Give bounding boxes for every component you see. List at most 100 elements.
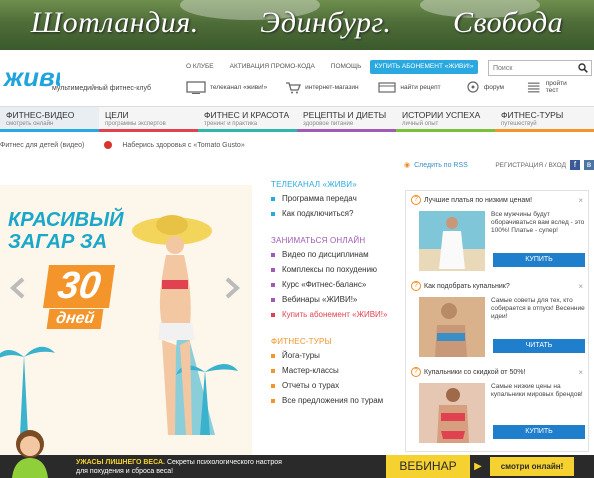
search-input[interactable]: [489, 61, 577, 75]
close-icon[interactable]: ×: [578, 368, 583, 377]
webinar-highlight: УЖАСЫ ЛИШНЕГО ВЕСА.: [76, 459, 165, 466]
ad-image[interactable]: [419, 211, 485, 271]
play-icon: ▶: [470, 455, 486, 478]
recipe-link[interactable]: найти рецепт: [378, 80, 451, 94]
top-nav: О клубе Активация промо-кода Помощь: [186, 63, 361, 70]
tv-icon: [186, 80, 206, 94]
forum-label: форум: [483, 83, 505, 91]
promo-title: Красивый загар за: [8, 209, 188, 253]
tab-recipes[interactable]: Рецепты и диеты здоровое питание: [297, 107, 396, 132]
online-links: Видео по дисциплинам Комплексы по похуде…: [271, 250, 396, 319]
ad-title[interactable]: Лучшие платья по низким ценам!: [424, 197, 532, 204]
test-link[interactable]: пройти тест: [526, 80, 580, 94]
forum-link[interactable]: форум: [466, 80, 512, 94]
list-item[interactable]: Как подключиться?: [271, 209, 396, 218]
list-item[interactable]: Видео по дисциплинам: [271, 250, 396, 259]
list-item-label: Все предложения по турам: [282, 396, 384, 405]
tab-subtitle: тренинг и практика: [204, 121, 258, 127]
ad-card[interactable]: ? Лучшие платья по низким ценам! × Все м…: [411, 195, 585, 273]
tab-title: Фитнес-туры: [501, 110, 564, 120]
middle-column: Телеканал «Живи» Программа передач Как п…: [271, 180, 396, 415]
list-item-label: Мастер-классы: [282, 366, 339, 375]
ad-header: ? Купальники со скидкой от 50%! ×: [411, 367, 583, 377]
list-item-label: Вебинары «ЖИВИ!»: [282, 295, 358, 304]
close-icon[interactable]: ×: [578, 282, 583, 291]
ad-header: ? Как подобрать купальник? ×: [411, 281, 583, 291]
rss-link[interactable]: Следить по RSS: [414, 162, 468, 169]
banner-text: Шотландия. Эдинбург. Свобода: [0, 6, 594, 40]
tab-goals[interactable]: Цели программы экспертов: [99, 107, 198, 132]
tagline: мультимедийный фитнес-клуб: [52, 85, 152, 92]
tab-fitness-beauty[interactable]: Фитнес и красота тренинг и практика: [198, 107, 297, 132]
list-item[interactable]: Мастер-классы: [271, 366, 396, 375]
ad-card[interactable]: ? Как подобрать купальник? × Самые совет…: [411, 281, 585, 359]
tab-subtitle: программы экспертов: [105, 121, 166, 127]
list-item[interactable]: Программа передач: [271, 194, 396, 203]
rss-row: ◉ Следить по RSS Регистрация / Вход f в: [404, 160, 594, 170]
cart-icon: [286, 81, 302, 93]
service-icons: телеканал «живи!» интернет-магазин найти…: [186, 80, 594, 94]
list-item-label: Видео по дисциплинам: [282, 250, 369, 259]
list-item[interactable]: Отчеты о турах: [271, 381, 396, 390]
logo[interactable]: живи!: [2, 56, 60, 100]
tab-fitness-tours[interactable]: Фитнес-туры путешествуй: [495, 107, 594, 132]
section-title-tours[interactable]: Фитнес-туры: [271, 337, 396, 346]
ad-buy-button[interactable]: Купить: [493, 425, 585, 439]
ad-title[interactable]: Как подобрать купальник?: [424, 283, 510, 290]
list-item[interactable]: Все предложения по турам: [271, 396, 396, 405]
banner-word-2: Эдинбург.: [260, 6, 392, 39]
question-icon: ?: [411, 281, 421, 291]
buy-subscription-button[interactable]: Купить абонемент «ЖИВИ!»: [370, 60, 478, 74]
tab-title: Фитнес и красота: [204, 110, 290, 120]
close-icon[interactable]: ×: [578, 196, 583, 205]
sub-nav: Фитнес для детей (видео) Наберись здоров…: [0, 141, 245, 149]
watch-online-button[interactable]: смотри онлайн!: [490, 457, 574, 476]
auth-links: Регистрация / Вход: [495, 161, 567, 169]
list-item[interactable]: Курс «Фитнес-баланс»: [271, 280, 396, 289]
recipe-icon: [378, 81, 396, 93]
promo-line-2: загар за: [8, 231, 108, 253]
promo-days: дней: [46, 309, 104, 329]
register-link[interactable]: Регистрация: [495, 162, 543, 169]
topnav-about[interactable]: О клубе: [186, 63, 214, 70]
ad-read-button[interactable]: Читать: [493, 339, 585, 353]
ad-description: Все мужчины будут оборачиваться вам всле…: [491, 211, 585, 234]
tab-success-stories[interactable]: Истории успеха личный опыт: [396, 107, 495, 132]
top-banner[interactable]: Шотландия. Эдинбург. Свобода: [0, 0, 594, 50]
login-link[interactable]: Вход: [549, 162, 567, 169]
shop-link[interactable]: интернет-магазин: [285, 80, 364, 94]
topnav-help[interactable]: Помощь: [331, 63, 362, 70]
main-nav: Фитнес-видео смотреть онлайн Цели програ…: [0, 106, 594, 132]
list-item[interactable]: Йога-туры: [271, 351, 396, 360]
search-icon[interactable]: [578, 63, 588, 73]
tab-fitness-video[interactable]: Фитнес-видео смотреть онлайн: [0, 107, 99, 132]
promo-number: 30: [42, 265, 116, 308]
ad-image[interactable]: [419, 297, 485, 357]
ad-card[interactable]: ? Купальники со скидкой от 50%! × Самые …: [411, 367, 585, 445]
section-title-tv[interactable]: Телеканал «Живи»: [271, 180, 396, 189]
ad-image[interactable]: [419, 383, 485, 443]
promo-slider[interactable]: Красивый загар за 30 дней: [0, 185, 252, 455]
list-item[interactable]: Комплексы по похудению: [271, 265, 396, 274]
webinar-bar[interactable]: УЖАСЫ ЛИШНЕГО ВЕСА. Секреты психологичес…: [0, 455, 594, 478]
list-item-label: Как подключиться?: [282, 209, 354, 218]
ads-column: ? Лучшие платья по низким ценам! × Все м…: [405, 190, 589, 452]
vk-icon[interactable]: в: [584, 160, 594, 170]
list-item[interactable]: Вебинары «ЖИВИ!»: [271, 295, 396, 304]
subnav-tomato-link[interactable]: Наберись здоровья с «Tomato Gusto»: [122, 142, 244, 149]
tv-channel-link[interactable]: телеканал «живи!»: [186, 80, 271, 94]
tab-title: Цели: [105, 110, 129, 120]
tomato-icon: [104, 141, 113, 149]
list-item[interactable]: Купить абонемент «ЖИВИ!»: [271, 310, 396, 319]
slider-next-icon[interactable]: [222, 277, 242, 299]
subnav-kids-link[interactable]: Фитнес для детей (видео): [0, 142, 84, 149]
topnav-promo[interactable]: Активация промо-кода: [230, 63, 315, 70]
section-title-online[interactable]: Заниматься онлайн: [271, 236, 396, 245]
ad-buy-button[interactable]: Купить: [493, 253, 585, 267]
question-icon: ?: [411, 195, 421, 205]
facebook-icon[interactable]: f: [570, 160, 580, 170]
slider-prev-icon[interactable]: [8, 277, 28, 299]
promo-line-1: Красивый: [8, 209, 124, 231]
ad-title[interactable]: Купальники со скидкой от 50%!: [424, 369, 525, 376]
search-box: [488, 60, 592, 76]
